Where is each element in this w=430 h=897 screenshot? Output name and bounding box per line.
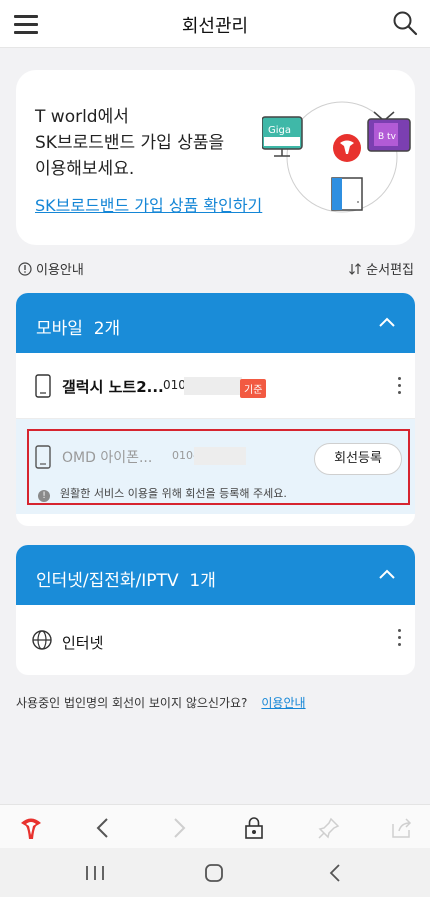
home-icon[interactable] [202, 862, 228, 884]
share-icon[interactable] [389, 815, 415, 841]
system-back-icon[interactable] [323, 862, 349, 884]
promo-line-2: SK브로드밴드 가입 상품을 [35, 133, 225, 153]
register-notice: ! 원활한 서비스 이용을 위해 회선을 등록해 주세요. [38, 485, 287, 502]
btv-label: B tv [378, 132, 397, 142]
internet-section-card: 인터넷/집전화/IPTV 1개 인터넷 [16, 545, 415, 675]
lock-icon[interactable] [241, 815, 267, 841]
mobile-section-title: 모바일 2개 [36, 319, 121, 339]
usage-guide-label: 이용안내 [36, 263, 84, 278]
register-line-button[interactable]: 회선등록 [314, 443, 402, 475]
internet-label: 인터넷 [62, 634, 104, 652]
chevron-up-icon[interactable] [377, 313, 397, 333]
globe-icon [32, 630, 52, 650]
mobile-section-card: 모바일 2개 갤럭시 노트2... 010 기준 OMD 아이폰... 010-… [16, 293, 415, 526]
info-icon [18, 262, 32, 276]
mobile-section-header[interactable]: 모바일 2개 [16, 293, 415, 353]
unregistered-line-row: OMD 아이폰... 010- 회선등록 ! 원활한 서비스 이용을 위해 회선을… [16, 419, 415, 514]
smartphone-icon [35, 374, 51, 398]
primary-line-badge: 기준 [240, 379, 267, 398]
pin-icon[interactable] [316, 815, 342, 841]
giga-label: Giga [268, 125, 291, 136]
mobile-line-row[interactable]: 갤럭시 노트2... 010 기준 [16, 353, 415, 419]
more-options-icon[interactable] [395, 377, 403, 397]
search-icon[interactable] [390, 8, 420, 38]
footer-guide-link[interactable]: 이용안내 [261, 696, 305, 710]
footer-note-text: 사용중인 법인명의 회선이 보이지 않으신가요? [16, 696, 248, 710]
masked-number [184, 377, 242, 395]
tworld-home-icon[interactable] [18, 815, 44, 841]
internet-section-header[interactable]: 인터넷/집전화/IPTV 1개 [16, 545, 415, 605]
chevron-up-icon[interactable] [377, 565, 397, 585]
broadband-products-link[interactable]: SK브로드밴드 가입 상품 확인하기 [35, 192, 262, 216]
browser-toolbar [0, 804, 430, 848]
reorder-button[interactable]: 순서편집 [348, 259, 414, 278]
reorder-label: 순서편집 [366, 263, 414, 278]
line-number-prefix: 010 [163, 378, 186, 392]
forward-arrow-icon[interactable] [166, 815, 192, 841]
internet-section-title: 인터넷/집전화/IPTV 1개 [36, 571, 216, 591]
recent-apps-icon[interactable] [82, 862, 108, 884]
promo-illustration: Giga B tv [262, 101, 411, 213]
sort-arrows-icon [349, 263, 362, 275]
info-row: 이용안내 순서편집 [18, 258, 416, 280]
page-title: 회선관리 [181, 16, 249, 37]
info-dot-icon: ! [38, 490, 50, 502]
footer-note: 사용중인 법인명의 회선이 보이지 않으신가요? 이용안내 [16, 694, 306, 711]
line-device-name: 갤럭시 노트2... [62, 378, 164, 396]
smartphone-icon [35, 445, 51, 469]
more-options-icon[interactable] [395, 629, 403, 649]
promo-text: T world에서 SK브로드밴드 가입 상품을 이용해보세요. [35, 104, 224, 182]
internet-line-row[interactable]: 인터넷 [16, 605, 415, 675]
promo-card: T world에서 SK브로드밴드 가입 상품을 이용해보세요. SK브로드밴드… [16, 70, 415, 245]
usage-guide-button[interactable]: 이용안내 [18, 259, 84, 278]
app-bar: 회선관리 [0, 0, 430, 48]
promo-line-3: 이용해보세요. [35, 159, 135, 179]
unregistered-device-name: OMD 아이폰... [62, 450, 153, 466]
masked-number [194, 447, 246, 465]
promo-line-1: T world에서 [35, 107, 129, 127]
back-arrow-icon[interactable] [90, 815, 116, 841]
system-nav-bar [0, 848, 430, 897]
